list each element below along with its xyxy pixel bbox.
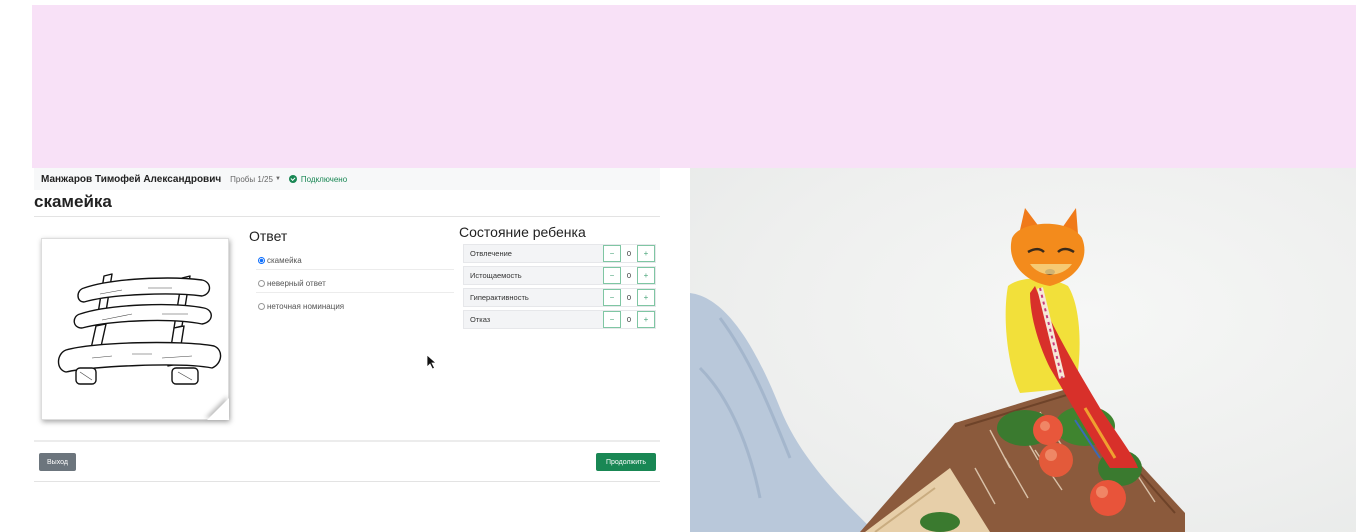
caret-down-icon[interactable]: ▼ — [275, 176, 281, 182]
state-value: 0 — [621, 267, 637, 284]
answer-title: Ответ — [249, 228, 288, 244]
radio-selected-icon[interactable] — [258, 257, 265, 264]
decrement-button[interactable]: − — [603, 311, 621, 328]
increment-button[interactable]: + — [637, 289, 655, 306]
connection-status: Подключено — [300, 174, 348, 184]
answer-option-label: неверный ответ — [267, 279, 326, 288]
divider — [34, 216, 660, 217]
session-panel: Манжаров Тимофей Александрович Пробы 1/2… — [0, 168, 690, 532]
decrement-button[interactable]: − — [603, 267, 621, 284]
probes-dropdown[interactable]: Пробы 1/25 — [230, 175, 273, 184]
state-row-distraction: Отвлечение − 0 + — [463, 244, 656, 263]
answer-option-wrong[interactable]: неверный ответ — [258, 279, 326, 288]
task-word: скамейка — [34, 192, 112, 211]
divider — [256, 292, 454, 293]
stimulus-card — [41, 238, 229, 420]
continue-button[interactable]: Продолжить — [596, 453, 656, 471]
divider — [256, 269, 454, 270]
divider — [34, 481, 660, 482]
answer-option-label: неточная номинация — [267, 302, 345, 311]
exit-button[interactable]: Выход — [39, 453, 76, 471]
decrement-button[interactable]: − — [603, 245, 621, 262]
check-circle-icon — [288, 175, 297, 183]
radio-icon[interactable] — [258, 280, 265, 287]
answer-option-correct[interactable]: скамейка — [258, 256, 302, 265]
increment-button[interactable]: + — [637, 311, 655, 328]
increment-button[interactable]: + — [637, 267, 655, 284]
state-row-exhaustion: Истощаемость − 0 + — [463, 266, 656, 285]
top-banner — [32, 5, 1356, 168]
video-feed — [690, 168, 1356, 532]
bench-picture — [57, 273, 222, 385]
decrement-button[interactable]: − — [603, 289, 621, 306]
state-label: Отказ — [470, 315, 491, 324]
mouse-pointer-icon — [426, 354, 438, 370]
child-state-title: Состояние ребенка — [459, 224, 586, 240]
state-value: 0 — [621, 311, 637, 328]
radio-icon[interactable] — [258, 303, 265, 310]
student-name: Манжаров Тимофей Александрович — [41, 173, 222, 185]
video-frame-picture — [690, 208, 1185, 532]
state-row-refusal: Отказ − 0 + — [463, 310, 656, 329]
divider — [34, 440, 660, 442]
state-label: Гиперактивность — [470, 293, 529, 302]
session-header: Манжаров Тимофей Александрович Пробы 1/2… — [34, 168, 660, 190]
answer-option-inaccurate[interactable]: неточная номинация — [258, 302, 344, 311]
state-value: 0 — [621, 289, 637, 306]
state-row-hyperactivity: Гиперактивность − 0 + — [463, 288, 656, 307]
state-label: Истощаемость — [470, 271, 522, 280]
answer-option-label: скамейка — [267, 256, 302, 265]
increment-button[interactable]: + — [637, 245, 655, 262]
state-value: 0 — [621, 245, 637, 262]
state-label: Отвлечение — [470, 249, 512, 258]
